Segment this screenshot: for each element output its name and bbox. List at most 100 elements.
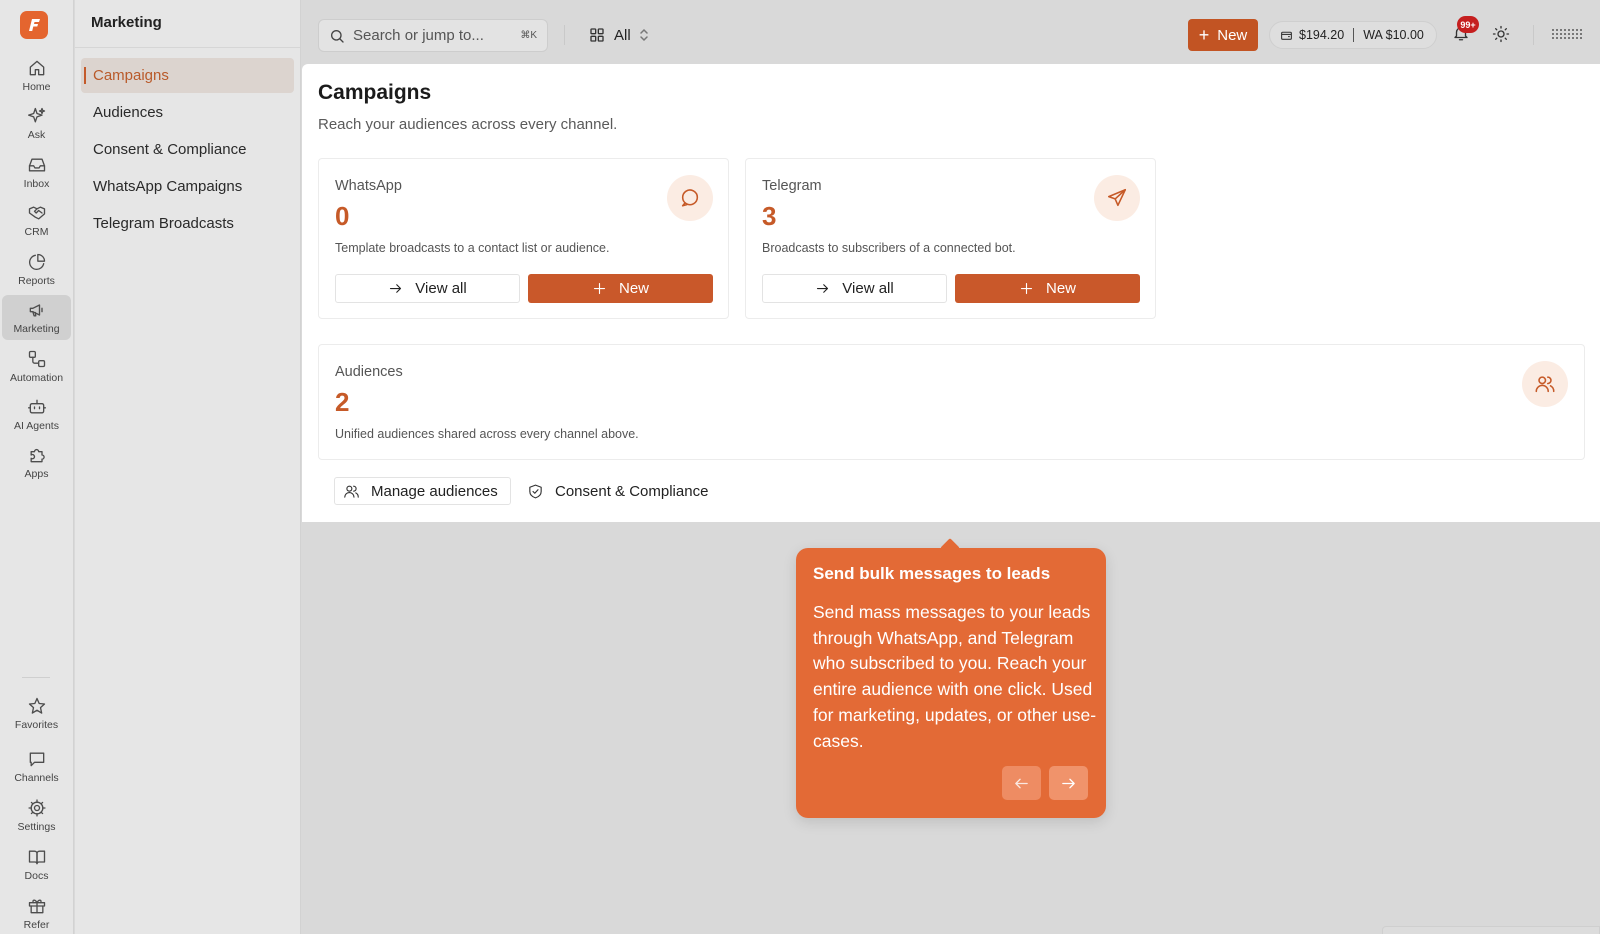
rail-item-reports[interactable]: Reports	[2, 247, 71, 292]
arrow-right-icon	[817, 284, 829, 293]
audiences-card: Audiences 2 Unified audiences shared acr…	[318, 344, 1585, 460]
card-title: Audiences	[335, 364, 403, 380]
global-new-button[interactable]: + New	[1188, 19, 1258, 51]
sidebar-list: Campaigns Audiences Consent & Compliance…	[75, 48, 300, 241]
sidebar-item-campaigns[interactable]: Campaigns	[81, 58, 294, 93]
rail-item-label: Inbox	[23, 178, 50, 190]
scope-selector[interactable]: All	[589, 21, 649, 49]
consent-compliance-button[interactable]: Consent & Compliance	[519, 477, 716, 505]
app-logo[interactable]	[20, 11, 48, 39]
pie-chart-icon	[28, 253, 45, 270]
whatsapp-chat-icon-badge	[667, 175, 713, 221]
button-label: New	[618, 280, 649, 297]
button-label: New	[1045, 280, 1076, 297]
scope-label: All	[614, 26, 631, 44]
button-label: Manage audiences	[371, 482, 498, 500]
book-icon	[28, 850, 45, 865]
chat-bubble-icon	[681, 189, 699, 207]
inbox-icon	[28, 158, 45, 172]
rail-item-home[interactable]: Home	[2, 53, 71, 98]
handshake-icon	[28, 206, 45, 220]
logo-mark-icon	[29, 19, 40, 31]
card-channel-name: Telegram	[762, 178, 822, 194]
grid-icon	[590, 28, 604, 42]
search-input[interactable]: Search or jump to... ⌘K	[318, 19, 548, 52]
plus-icon: +	[1198, 25, 1210, 45]
whatsapp-new-button[interactable]: New	[528, 274, 713, 303]
star-icon	[28, 697, 45, 714]
telegram-view-all-button[interactable]: View all	[762, 274, 947, 303]
arrow-right-icon	[390, 284, 402, 293]
search-icon	[331, 29, 344, 43]
rail-item-label: AI Agents	[14, 420, 59, 432]
card-count: 2	[335, 387, 350, 417]
rail-item-ask[interactable]: Ask	[2, 101, 71, 146]
rail-item-label: Settings	[17, 821, 56, 833]
wallet-balance[interactable]: $194.20 WA $10.00	[1269, 21, 1437, 49]
sidebar-item-audiences[interactable]: Audiences	[81, 95, 294, 130]
sidebar-item-consent-compliance[interactable]: Consent & Compliance	[81, 132, 294, 167]
rail-item-label: Refer	[23, 919, 50, 931]
telegram-card: Telegram 3 Broadcasts to subscribers of …	[745, 158, 1156, 319]
balance-separator	[1353, 28, 1355, 42]
page-subtitle: Reach your audiences across every channe…	[318, 116, 618, 133]
telegram-send-icon-badge	[1094, 175, 1140, 221]
marketing-sidebar: Marketing Campaigns Audiences Consent & …	[75, 0, 301, 934]
chat-icon	[29, 752, 44, 767]
new-button-label: New	[1217, 26, 1248, 44]
button-label: View all	[415, 280, 467, 297]
card-description: Unified audiences shared across every ch…	[335, 427, 639, 441]
card-description: Template broadcasts to a contact list or…	[335, 241, 610, 255]
puzzle-icon	[30, 448, 45, 463]
whatsapp-card: WhatsApp 0 Template broadcasts to a cont…	[318, 158, 729, 319]
card-count: 3	[762, 201, 777, 231]
sidebar-item-whatsapp-campaigns[interactable]: WhatsApp Campaigns	[81, 169, 294, 204]
rail-item-crm[interactable]: CRM	[2, 198, 71, 243]
card-count: 0	[335, 201, 350, 231]
sparkles-icon	[27, 107, 45, 123]
button-label: Consent & Compliance	[555, 482, 709, 500]
rail-item-settings[interactable]: Settings	[2, 793, 71, 838]
onboarding-tooltip: Send bulk messages to leads Send mass me…	[796, 548, 1106, 818]
rail-item-ai-agents[interactable]: AI Agents	[2, 392, 71, 437]
users-icon	[344, 485, 359, 498]
rail-item-channels[interactable]: Channels	[2, 744, 71, 789]
plus-icon	[593, 282, 606, 295]
rail-item-label: Home	[22, 81, 51, 93]
telegram-new-button[interactable]: New	[955, 274, 1140, 303]
avatar[interactable]	[1552, 27, 1582, 41]
rail-item-refer[interactable]: Refer	[2, 891, 71, 934]
tooltip-previous-button[interactable]	[1002, 766, 1041, 800]
rail-item-label: Channels	[14, 772, 59, 784]
sidebar-item-telegram-broadcasts[interactable]: Telegram Broadcasts	[81, 206, 294, 241]
sun-icon[interactable]	[1492, 25, 1510, 43]
rail-item-label: Automation	[9, 372, 64, 384]
rail-item-apps[interactable]: Apps	[2, 440, 71, 485]
bot-icon	[27, 399, 46, 414]
rail-item-label: Apps	[24, 468, 49, 480]
tooltip-next-button[interactable]	[1049, 766, 1088, 800]
wallet-icon	[1281, 31, 1292, 40]
tooltip-body: Send mass messages to your leads through…	[813, 602, 1097, 751]
rail-item-label: CRM	[24, 226, 49, 238]
button-label: View all	[842, 280, 894, 297]
rail-item-label: Marketing	[13, 323, 60, 335]
arrow-right-icon	[1062, 778, 1075, 788]
balance-amount: $194.20	[1299, 28, 1345, 42]
rail-item-favorites[interactable]: Favorites	[2, 691, 71, 736]
rail-item-docs[interactable]: Docs	[2, 842, 71, 887]
main-panel: Campaigns Reach your audiences across ev…	[302, 64, 1600, 522]
manage-audiences-button[interactable]: Manage audiences	[334, 477, 511, 505]
rail-item-inbox[interactable]: Inbox	[2, 150, 71, 195]
whatsapp-view-all-button[interactable]: View all	[335, 274, 520, 303]
rail-item-label: Favorites	[14, 719, 59, 731]
whatsapp-balance: WA $10.00	[1363, 28, 1424, 42]
arrow-left-icon	[1015, 778, 1028, 788]
top-bar: Search or jump to... ⌘K All + New $194.2…	[302, 0, 1600, 64]
notifications-badge: 99+	[1457, 16, 1479, 33]
rail-item-automation[interactable]: Automation	[2, 344, 71, 389]
workflow-icon	[28, 350, 45, 368]
sidebar-title: Marketing	[75, 0, 300, 48]
audiences-icon-badge	[1522, 361, 1568, 407]
rail-item-marketing[interactable]: Marketing	[2, 295, 71, 340]
